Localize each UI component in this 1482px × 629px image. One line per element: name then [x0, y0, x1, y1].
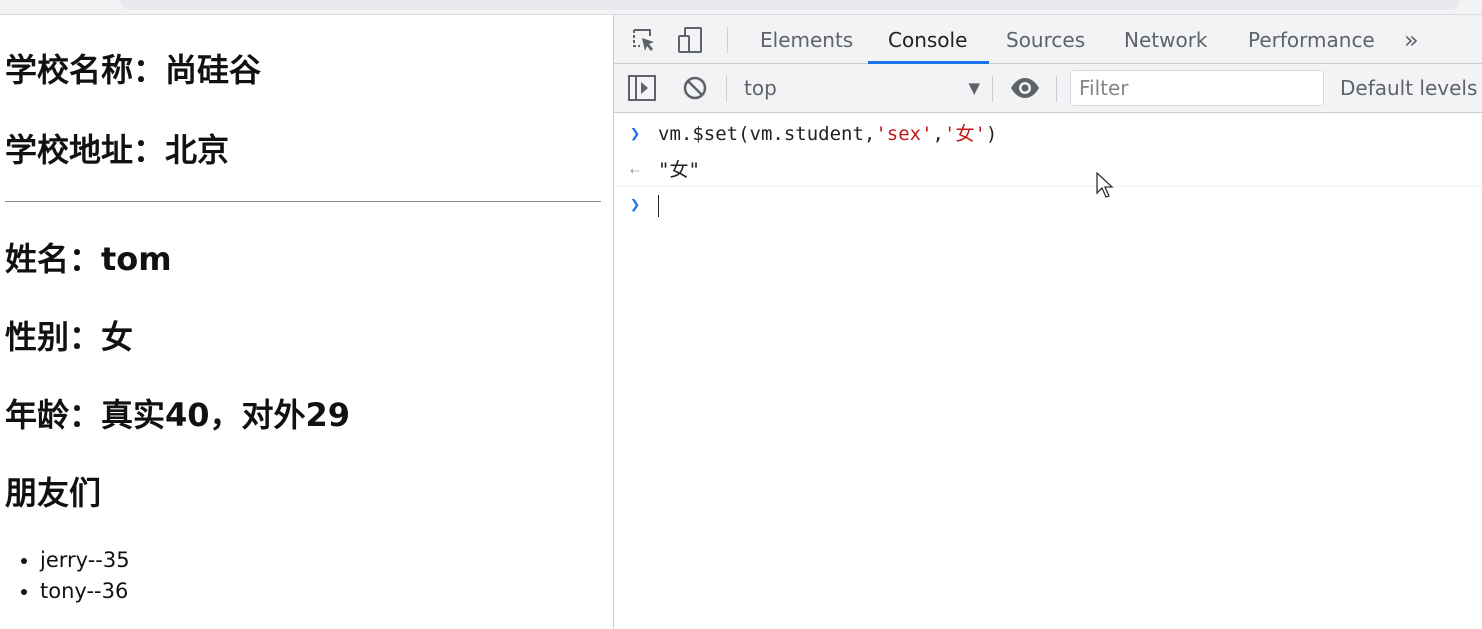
- sidebar-toggle-icon[interactable]: [628, 75, 656, 101]
- eye-icon[interactable]: [1010, 76, 1040, 100]
- clear-console-icon[interactable]: [682, 75, 708, 101]
- school-name-heading: 学校名称：尚硅谷: [5, 51, 262, 89]
- friends-title-heading: 朋友们: [5, 474, 102, 512]
- tab-sources[interactable]: Sources: [1006, 15, 1085, 63]
- input-prompt-icon: ❯: [630, 124, 641, 144]
- tab-performance[interactable]: Performance: [1248, 15, 1375, 63]
- result-arrow-icon: ⇠: [630, 161, 640, 179]
- toolbar-separator: [1056, 76, 1057, 102]
- more-tabs-button[interactable]: »: [1404, 15, 1419, 63]
- console-input-line: ❯ vm.$set(vm.student,'sex','女'): [614, 116, 1482, 152]
- filter-input[interactable]: [1070, 70, 1324, 106]
- student-age-heading: 年龄：真实40，对外29: [5, 396, 351, 434]
- webpage-content: 学校名称：尚硅谷 学校地址：北京 姓名：tom 性别：女 年龄：真实40，对外2…: [0, 15, 613, 629]
- mouse-cursor-icon: [1096, 171, 1114, 202]
- console-prompt-line[interactable]: ❯: [614, 187, 1482, 223]
- tab-elements[interactable]: Elements: [760, 15, 853, 63]
- console-result: "女": [658, 159, 700, 181]
- dropdown-arrow-icon: ▼: [968, 79, 980, 97]
- school-address-heading: 学校地址：北京: [5, 131, 230, 169]
- context-selector[interactable]: top ▼: [744, 64, 980, 112]
- devtools-tab-bar: Elements Console Sources Network Perform…: [614, 15, 1482, 64]
- tab-network[interactable]: Network: [1124, 15, 1208, 63]
- toolbar-separator: [992, 76, 993, 102]
- toolbar-separator: [727, 27, 728, 53]
- student-sex-heading: 性别：女: [5, 318, 134, 356]
- log-levels-label: Default levels: [1340, 76, 1478, 100]
- console-toolbar: top ▼ Default levels ▾: [614, 64, 1482, 113]
- console-result-line: ⇠ "女": [614, 152, 1482, 187]
- inspect-element-icon[interactable]: [630, 26, 658, 54]
- device-toolbar-icon[interactable]: [676, 25, 706, 55]
- address-bar[interactable]: [120, 0, 1460, 10]
- list-item: jerry--35: [40, 545, 130, 576]
- browser-toolbar-strip: [0, 0, 1482, 15]
- console-output[interactable]: ❯ vm.$set(vm.student,'sex','女') ⇠ "女" ❯: [614, 113, 1482, 629]
- friends-list: jerry--35 tony--36: [0, 545, 130, 607]
- console-command: vm.$set(vm.student,'sex','女'): [658, 123, 998, 145]
- input-prompt-icon: ❯: [630, 195, 641, 215]
- text-cursor: [658, 195, 659, 217]
- context-label: top: [744, 76, 777, 100]
- divider-line: [5, 201, 601, 202]
- list-item: tony--36: [40, 576, 130, 607]
- toolbar-separator: [726, 76, 727, 102]
- devtools-panel: Elements Console Sources Network Perform…: [614, 15, 1482, 629]
- log-levels-dropdown[interactable]: Default levels ▾: [1340, 64, 1482, 112]
- student-name-heading: 姓名：tom: [5, 240, 172, 278]
- tab-console[interactable]: Console: [867, 15, 990, 64]
